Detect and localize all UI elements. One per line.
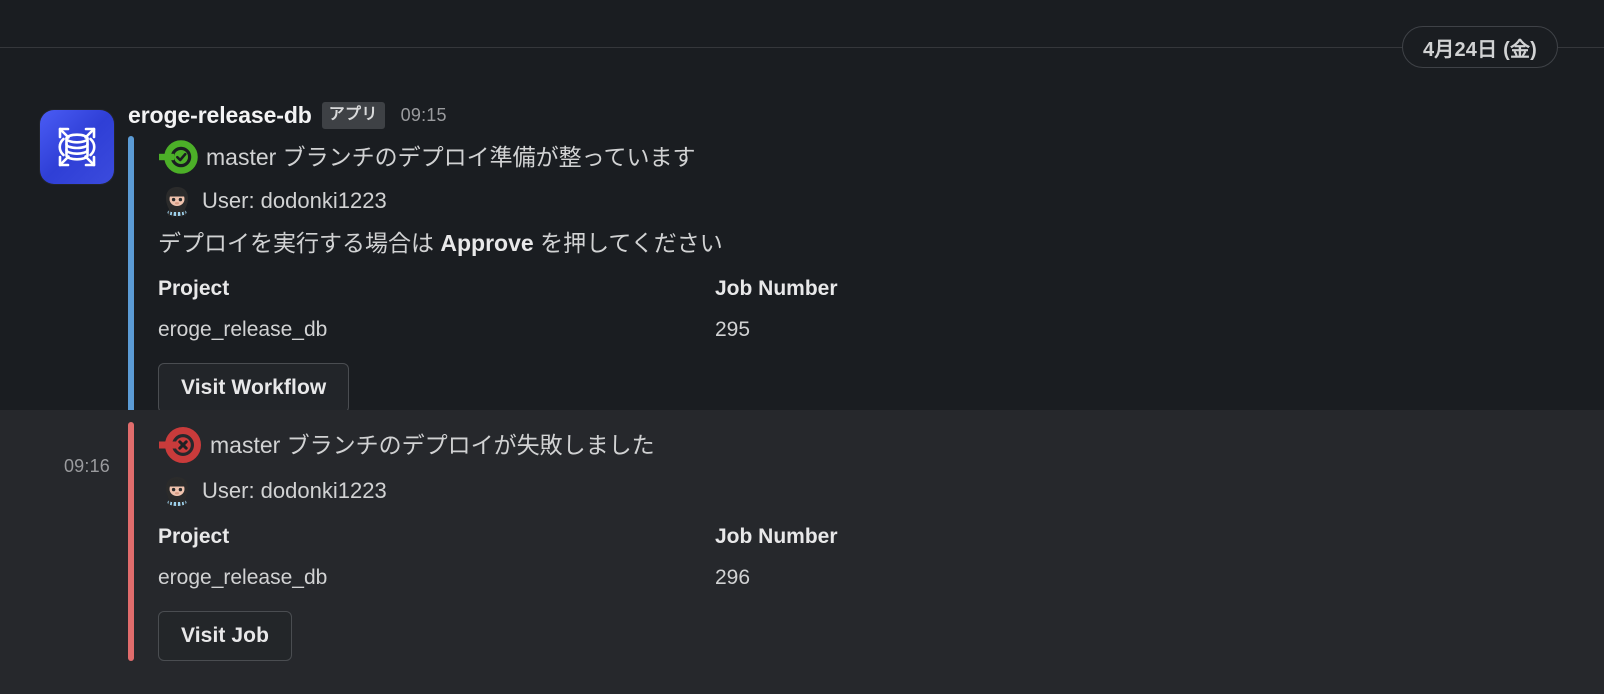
attachment-user-line: User: dodonki1223 bbox=[202, 478, 387, 503]
attachment-text-suffix: を押してください bbox=[533, 230, 723, 256]
field-project: Project eroge_release_db bbox=[158, 274, 715, 345]
attachment-user-row: User: dodonki1223 bbox=[160, 184, 1604, 218]
circleci-success-icon bbox=[159, 140, 198, 174]
attachment-fields: Project eroge_release_db Job Number 296 bbox=[158, 522, 1604, 593]
attachment-title-row: master ブランチのデプロイ準備が整っています bbox=[158, 136, 1604, 178]
octocat-icon bbox=[166, 477, 188, 507]
attachment-fields: Project eroge_release_db Job Number 295 bbox=[158, 274, 1604, 345]
field-title: Project bbox=[158, 277, 230, 300]
avatar[interactable] bbox=[40, 110, 114, 184]
visit-job-button[interactable]: Visit Job bbox=[158, 611, 293, 661]
message-list: 4月24日 (金) eroge-release-db アプリ 09:15 mas… bbox=[0, 0, 1604, 694]
field-job-number: Job Number 295 bbox=[715, 274, 1272, 345]
message-row-1: eroge-release-db アプリ 09:15 master ブランチのデ… bbox=[0, 88, 1604, 413]
field-title: Job Number bbox=[715, 525, 838, 548]
divider-rule bbox=[0, 47, 1604, 48]
date-pill-button[interactable]: 4月24日 (金) bbox=[1401, 26, 1558, 68]
field-value: 296 bbox=[715, 566, 751, 589]
date-divider: 4月24日 (金) bbox=[0, 16, 1604, 80]
field-value: eroge_release_db bbox=[158, 318, 328, 341]
attachment-text-bold: Approve bbox=[440, 230, 534, 256]
attachment-color-bar bbox=[128, 422, 134, 661]
attachment-user-line: User: dodonki1223 bbox=[202, 188, 387, 213]
attachment-user-row: User: dodonki1223 bbox=[160, 474, 1604, 508]
app-badge: アプリ bbox=[321, 101, 385, 129]
attachment-title-row: master ブランチのデプロイが失敗しました bbox=[158, 422, 1604, 468]
visit-workflow-button[interactable]: Visit Workflow bbox=[158, 363, 350, 413]
date-pill-label: 4月24日 (金) bbox=[1422, 38, 1537, 61]
database-expand-icon bbox=[58, 127, 96, 167]
attachment-title: master ブランチのデプロイ準備が整っています bbox=[206, 144, 696, 170]
field-job-number: Job Number 296 bbox=[715, 522, 1272, 593]
hover-timestamp[interactable]: 09:16 bbox=[0, 456, 110, 477]
field-project: Project eroge_release_db bbox=[158, 522, 715, 593]
message-body-2: master ブランチのデプロイが失敗しました User: dodonki122… bbox=[128, 422, 1604, 694]
message-gutter-2: 09:16 bbox=[0, 422, 128, 694]
attachment-text: デプロイを実行する場合は Approve を押してください bbox=[158, 226, 1604, 260]
attachment-text-prefix: デプロイを実行する場合は bbox=[158, 230, 441, 256]
message-gutter-1 bbox=[0, 98, 128, 410]
attachment-title: master ブランチのデプロイが失敗しました bbox=[210, 432, 655, 458]
attachment-2: master ブランチのデプロイが失敗しました User: dodonki122… bbox=[128, 422, 1604, 661]
circleci-failure-icon bbox=[159, 427, 201, 463]
message-body-1: eroge-release-db アプリ 09:15 master ブランチのデ… bbox=[128, 98, 1604, 413]
author-name[interactable]: eroge-release-db bbox=[128, 102, 312, 129]
message-header-1: eroge-release-db アプリ 09:15 bbox=[128, 98, 1604, 132]
field-title: Job Number bbox=[715, 277, 838, 300]
message-row-2: 09:16 master ブランチのデプロイが失敗しました User: dodo… bbox=[0, 410, 1604, 694]
attachment-color-bar bbox=[128, 136, 134, 413]
field-value: eroge_release_db bbox=[158, 566, 328, 589]
message-timestamp[interactable]: 09:15 bbox=[401, 105, 447, 126]
attachment-1: master ブランチのデプロイ準備が整っています User: dodonki1… bbox=[128, 136, 1604, 413]
octocat-icon bbox=[166, 187, 188, 217]
field-value: 295 bbox=[715, 318, 751, 341]
field-title: Project bbox=[158, 525, 230, 548]
